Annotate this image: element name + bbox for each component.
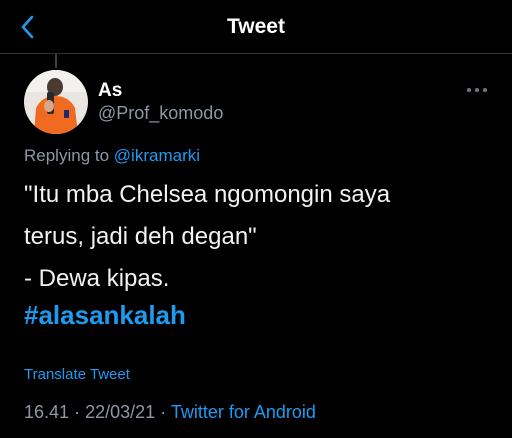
profile-photo [24, 70, 88, 134]
tweet-date: 22/03/21 [85, 402, 156, 422]
replying-to-label: Replying to [24, 146, 110, 165]
top-bar: Tweet [0, 0, 512, 54]
ellipsis-icon [467, 88, 487, 92]
meta-separator: · [74, 402, 81, 422]
tweet-text-line: "Itu mba Chelsea ngomongin saya [24, 181, 391, 208]
translate-tweet-link[interactable]: Translate Tweet [24, 366, 130, 383]
thread-connector-line [55, 54, 57, 68]
tweet-text-line: terus, jadi deh degan" [24, 223, 257, 250]
replying-to: Replying to @ikramarki [24, 146, 200, 166]
page-title: Tweet [227, 15, 285, 38]
tweet-text-line: - Dewa kipas. [24, 265, 170, 292]
tweet-time: 16.41 [24, 402, 70, 422]
hashtag-link[interactable]: #alasankalah [24, 300, 186, 331]
avatar[interactable] [24, 70, 88, 134]
tweet-source-link[interactable]: Twitter for Android [171, 402, 316, 422]
author-display-name[interactable]: As [98, 80, 122, 102]
tweet-text: "Itu mba Chelsea ngomongin saya terus, j… [24, 174, 494, 300]
tweet-metadata: 16.41 · 22/03/21 · Twitter for Android [24, 402, 316, 423]
meta-separator: · [160, 402, 167, 422]
reply-mention-link[interactable]: @ikramarki [114, 146, 200, 165]
author-handle[interactable]: @Prof_komodo [98, 103, 223, 124]
more-options-button[interactable] [462, 82, 492, 98]
